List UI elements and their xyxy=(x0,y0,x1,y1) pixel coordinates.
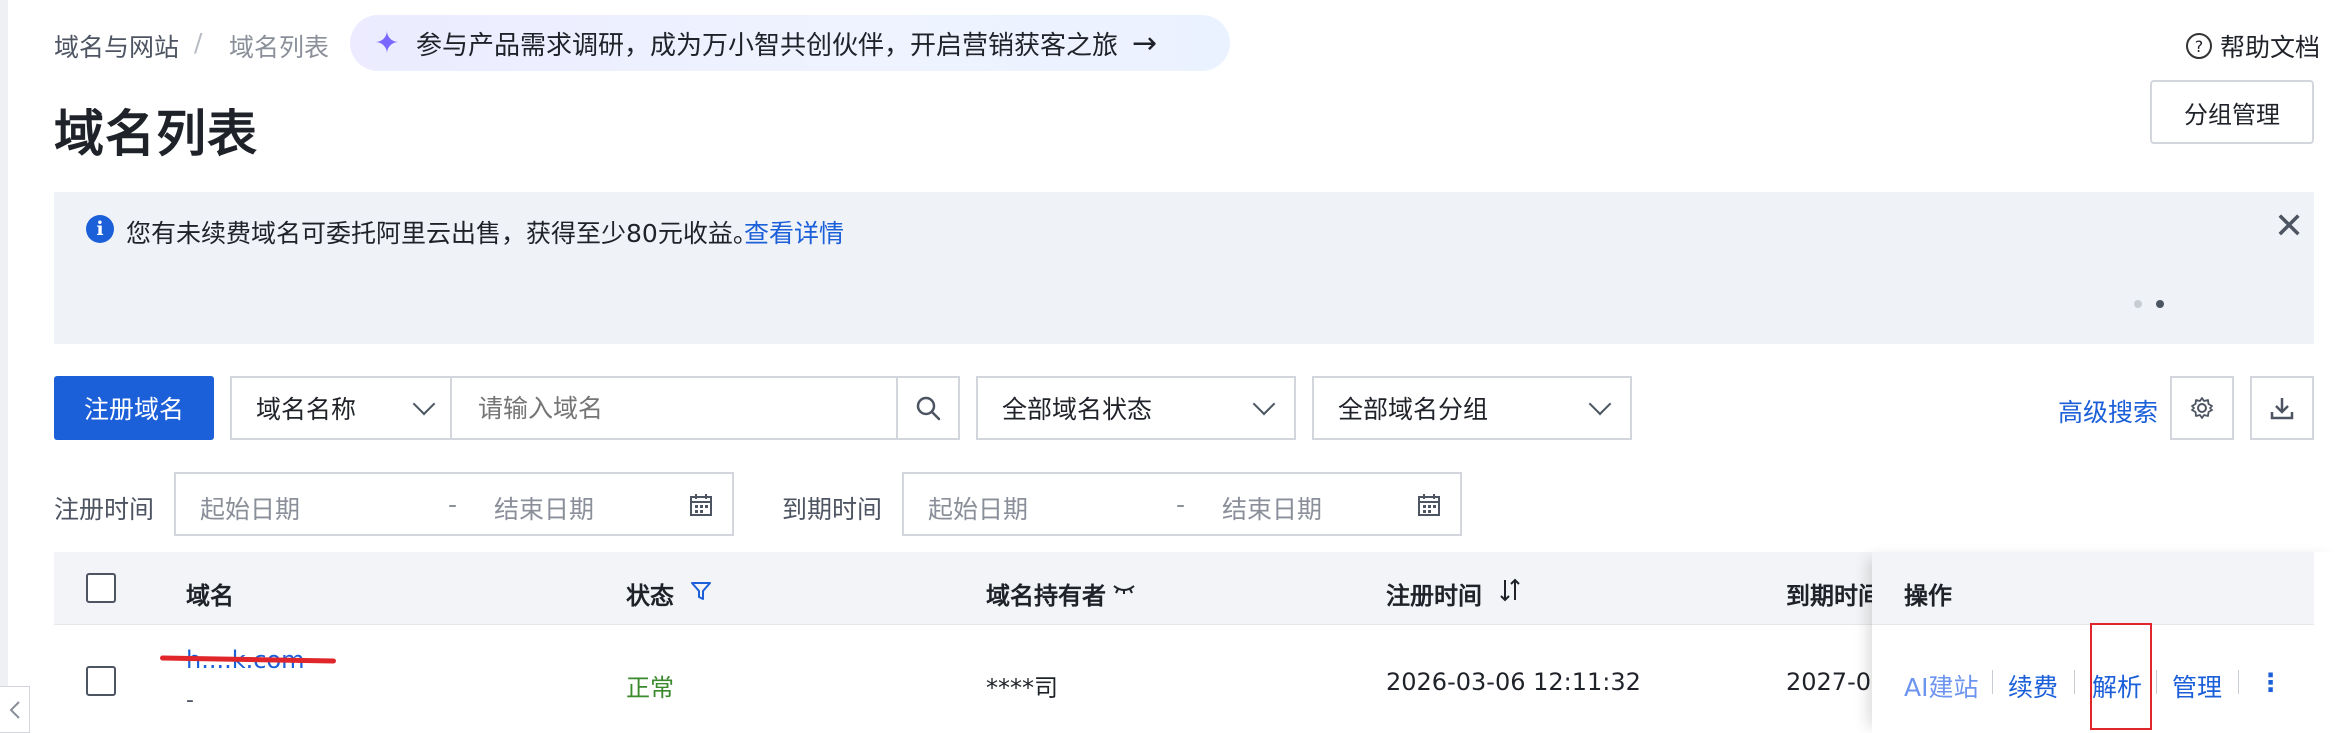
notice-details-link[interactable]: 查看详情 xyxy=(744,214,844,250)
reg-time-value: 2026-03-06 12:11:32 xyxy=(1386,668,1641,696)
sparkle-icon: ✦ xyxy=(374,25,400,61)
promo-text: 参与产品需求调研，成为万小智共创伙伴，开启营销获客之旅 xyxy=(416,30,1119,61)
renew-link[interactable]: 续费 xyxy=(2008,668,2058,704)
group-manage-button[interactable]: 分组管理 xyxy=(2150,80,2314,144)
col-exp-time: 到期时间 xyxy=(1786,582,1882,610)
page-title: 域名列表 xyxy=(54,105,258,163)
op-separator xyxy=(2074,670,2075,694)
arrow-right-icon: → xyxy=(1132,25,1158,61)
domain-search-input[interactable] xyxy=(476,392,860,424)
carousel-dot-1[interactable] xyxy=(2134,300,2142,308)
highlight-box xyxy=(2090,623,2152,730)
notice-banner: i 您有未续费域名可委托阿里云出售，获得至少80元收益。 查看详情 ✕ xyxy=(54,192,2314,344)
reg-start-date[interactable]: 起始日期 xyxy=(200,490,300,526)
col-ops: 操作 xyxy=(1904,582,1952,610)
notice-message: 您有未续费域名可委托阿里云出售，获得至少80元收益。 xyxy=(126,219,758,248)
col-reg-time: 注册时间 xyxy=(1386,582,1482,610)
carousel-dot-2[interactable] xyxy=(2156,300,2164,308)
search-field-select-value: 域名名称 xyxy=(256,395,357,424)
exp-time-value: 2027-03 xyxy=(1786,668,1872,696)
settings-button[interactable] xyxy=(2170,376,2234,440)
search-icon xyxy=(916,396,941,421)
ai-build-site-link[interactable]: AI建站 xyxy=(1904,668,1978,704)
register-domain-button[interactable]: 注册域名 xyxy=(54,376,214,440)
breadcrumb-domains-sites[interactable]: 域名与网站 xyxy=(54,28,179,64)
date-dash: - xyxy=(1176,490,1186,519)
calendar-icon xyxy=(1418,494,1440,516)
op-separator xyxy=(2238,670,2239,694)
close-icon[interactable]: ✕ xyxy=(2274,206,2304,247)
col-owner: 域名持有者 xyxy=(986,582,1106,610)
exp-start-date[interactable]: 起始日期 xyxy=(928,490,1028,526)
chevron-down-icon xyxy=(412,392,436,416)
download-icon xyxy=(2270,398,2294,420)
advanced-search-link[interactable]: 高级搜索 xyxy=(2058,393,2158,429)
group-filter-select[interactable]: 全部域名分组 xyxy=(1312,376,1632,440)
chevron-down-icon xyxy=(1252,392,1276,416)
group-filter-value: 全部域名分组 xyxy=(1338,395,1489,424)
exp-end-date[interactable]: 结束日期 xyxy=(1222,490,1322,526)
domain-sub: - xyxy=(186,688,194,713)
search-button[interactable] xyxy=(896,376,960,440)
chevron-down-icon xyxy=(1588,392,1612,416)
more-icon[interactable]: ⋮ xyxy=(2258,668,2283,697)
info-icon: i xyxy=(86,215,114,243)
search-field-select[interactable]: 域名名称 xyxy=(230,376,452,440)
exp-date-range[interactable]: 起始日期 - 结束日期 xyxy=(902,472,1462,536)
sort-icon[interactable] xyxy=(1498,576,1522,604)
select-all-checkbox[interactable] xyxy=(86,573,116,603)
col-domain: 域名 xyxy=(186,582,234,610)
reg-date-range[interactable]: 起始日期 - 结束日期 xyxy=(174,472,734,536)
exp-time-label: 到期时间 xyxy=(782,495,883,524)
op-separator xyxy=(1992,670,1993,694)
col-status: 状态 xyxy=(626,582,674,610)
reg-time-label: 注册时间 xyxy=(54,495,155,524)
breadcrumb-separator: / xyxy=(194,28,203,57)
question-circle-icon: ? xyxy=(2186,33,2212,59)
status-badge: 正常 xyxy=(626,674,674,702)
date-dash: - xyxy=(448,490,458,519)
promo-banner[interactable]: ✦ 参与产品需求调研，成为万小智共创伙伴，开启营销获客之旅 → xyxy=(350,15,1230,71)
domain-search-input-box[interactable] xyxy=(450,376,900,440)
gear-icon xyxy=(2191,397,2213,419)
row-checkbox[interactable] xyxy=(86,666,116,696)
help-docs-label: 帮助文档 xyxy=(2220,33,2321,62)
download-button[interactable] xyxy=(2250,376,2314,440)
filter-icon[interactable] xyxy=(690,580,712,602)
eye-closed-icon[interactable] xyxy=(1112,580,1136,598)
op-separator xyxy=(2156,670,2157,694)
calendar-icon xyxy=(690,494,712,516)
reg-end-date[interactable]: 结束日期 xyxy=(494,490,594,526)
left-gutter xyxy=(0,0,8,733)
scroll-left-button[interactable] xyxy=(0,686,30,733)
status-filter-value: 全部域名状态 xyxy=(1002,395,1153,424)
help-docs-link[interactable]: ? 帮助文档 xyxy=(2186,28,2320,64)
breadcrumb-current: 域名列表 xyxy=(229,33,330,62)
manage-link[interactable]: 管理 xyxy=(2172,668,2222,704)
owner-value: ****司 xyxy=(986,674,1058,702)
chevron-left-icon xyxy=(9,700,20,719)
status-filter-select[interactable]: 全部域名状态 xyxy=(976,376,1296,440)
